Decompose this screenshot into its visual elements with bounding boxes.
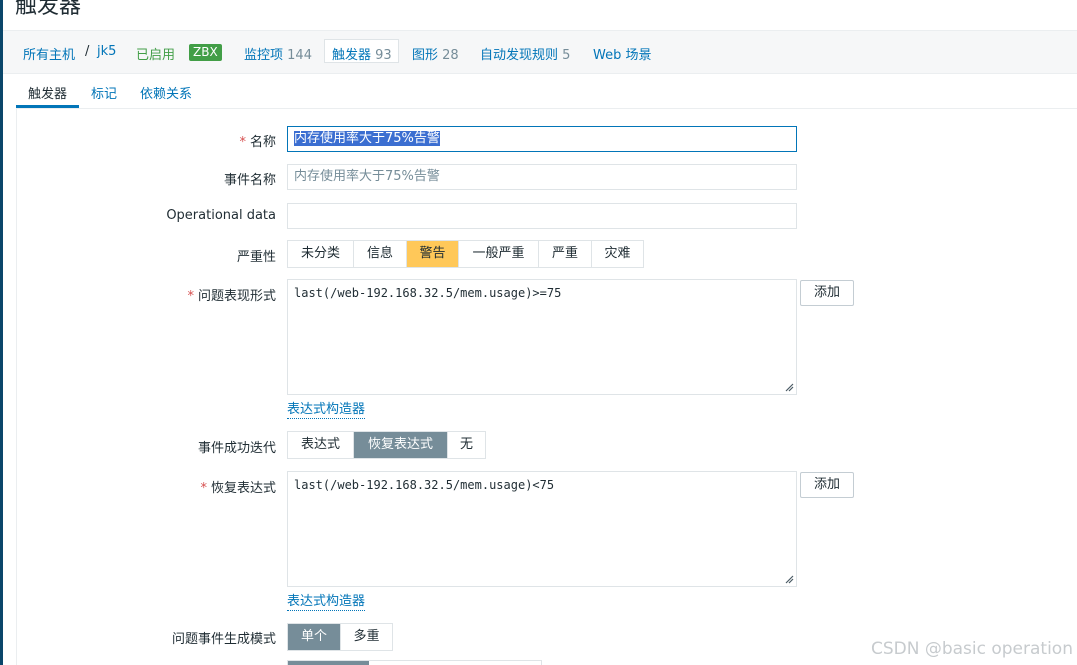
- name-input[interactable]: 内存使用率大于75%告警: [287, 126, 797, 152]
- severity-disaster[interactable]: 灾难: [592, 241, 643, 267]
- ok-event-generation-selector: 表达式 恢复表达式 无: [287, 431, 486, 459]
- resize-grip-icon[interactable]: [784, 382, 794, 392]
- problem-expression-label-text: 问题表现形式: [197, 289, 276, 304]
- zbx-availability-badge: ZBX: [189, 44, 222, 61]
- required-asterisk: *: [239, 135, 246, 150]
- breadcrumb-triggers[interactable]: 触发器 93: [332, 44, 392, 63]
- problem-expression-label: * 问题表现形式: [187, 285, 276, 304]
- breadcrumb-discovery-label: 自动发现规则: [480, 48, 559, 63]
- severity-high[interactable]: 严重: [539, 241, 592, 267]
- breadcrumb-triggers-count: 93: [375, 48, 392, 63]
- name-label-text: 名称: [249, 135, 276, 150]
- severity-information[interactable]: 信息: [354, 241, 407, 267]
- tab-trigger[interactable]: 触发器: [28, 83, 67, 102]
- breadcrumb-graphs[interactable]: 图形 28: [412, 44, 459, 63]
- problem-expression-textarea[interactable]: last(/web-192.168.32.5/mem.usage)>=75: [287, 279, 797, 395]
- severity-label: 严重性: [236, 250, 276, 265]
- recovery-expression-label-text: 恢复表达式: [210, 481, 276, 496]
- problem-expression-builder-link[interactable]: 表达式构造器: [287, 402, 366, 419]
- recovery-expression-value: last(/web-192.168.32.5/mem.usage)<75: [294, 478, 555, 492]
- severity-selector: 未分类 信息 警告 一般严重 严重 灾难: [287, 240, 644, 268]
- breadcrumb: 所有主机 / jk5 已启用 ZBX 监控项 144 触发器 93 图形 28 …: [3, 31, 1077, 74]
- severity-average[interactable]: 一般严重: [459, 241, 539, 267]
- ok-event-recovery-expression[interactable]: 恢复表达式: [354, 432, 448, 458]
- breadcrumb-items[interactable]: 监控项 144: [244, 44, 312, 63]
- required-asterisk: *: [200, 481, 207, 496]
- breadcrumb-graphs-count: 28: [442, 48, 459, 63]
- breadcrumb-triggers-label: 触发器: [332, 48, 372, 63]
- breadcrumb-discovery-count: 5: [562, 48, 571, 63]
- problem-event-mode-label: 问题事件生成模式: [171, 632, 276, 647]
- event-mode-single[interactable]: 单个: [288, 624, 341, 650]
- name-label: * 名称: [239, 131, 276, 150]
- breadcrumb-items-count: 144: [287, 48, 312, 63]
- watermark: CSDN @basic operation: [870, 639, 1073, 659]
- recovery-expression-textarea[interactable]: last(/web-192.168.32.5/mem.usage)<75: [287, 471, 797, 587]
- recovery-expression-add-button[interactable]: 添加: [800, 472, 854, 498]
- ok-event-generation-label: 事件成功迭代: [197, 441, 276, 456]
- event-name-placeholder: 内存使用率大于75%告警: [294, 169, 440, 184]
- title-bar: 触发器: [3, 0, 1077, 31]
- page-title: 触发器: [15, 0, 82, 19]
- resize-grip-icon[interactable]: [784, 574, 794, 584]
- required-asterisk: *: [187, 289, 194, 304]
- breadcrumb-graphs-label: 图形: [412, 48, 439, 63]
- form-tabs: 触发器 标记 依赖关系: [16, 74, 1077, 109]
- event-name-input[interactable]: 内存使用率大于75%告警: [287, 164, 797, 190]
- recovery-expression-builder-link[interactable]: 表达式构造器: [287, 594, 366, 611]
- event-name-label: 事件名称: [223, 173, 276, 188]
- active-tab-indicator: [16, 105, 79, 108]
- breadcrumb-separator: /: [85, 44, 90, 59]
- problem-event-mode-selector: 单个 多重: [287, 623, 393, 651]
- breadcrumb-all-hosts[interactable]: 所有主机: [23, 44, 75, 63]
- breadcrumb-host[interactable]: jk5: [97, 44, 116, 59]
- ok-event-expression[interactable]: 表达式: [288, 432, 354, 458]
- problem-expression-value: last(/web-192.168.32.5/mem.usage)>=75: [294, 286, 562, 300]
- name-input-value: 内存使用率大于75%告警: [294, 131, 440, 146]
- next-field-selected-option[interactable]: [288, 661, 369, 665]
- ok-event-none[interactable]: 无: [448, 432, 485, 458]
- recovery-expression-label: * 恢复表达式: [200, 477, 276, 496]
- severity-not-classified[interactable]: 未分类: [288, 241, 354, 267]
- tab-dependencies[interactable]: 依赖关系: [140, 83, 192, 102]
- problem-expression-add-button[interactable]: 添加: [800, 280, 854, 306]
- form-left-border: [16, 108, 17, 665]
- operational-data-input[interactable]: [287, 203, 797, 229]
- breadcrumb-items-label: 监控项: [244, 48, 284, 63]
- left-sidebar-edge: [0, 0, 3, 665]
- severity-warning[interactable]: 警告: [407, 241, 459, 267]
- breadcrumb-discovery-rules[interactable]: 自动发现规则 5: [480, 44, 570, 63]
- next-field-selector-partial: [287, 660, 542, 665]
- event-mode-multiple[interactable]: 多重: [341, 624, 392, 650]
- breadcrumb-web-scenarios[interactable]: Web 场景: [593, 44, 651, 63]
- tab-tags[interactable]: 标记: [91, 83, 117, 102]
- operational-data-label: Operational data: [166, 208, 276, 223]
- host-status-enabled[interactable]: 已启用: [136, 44, 175, 63]
